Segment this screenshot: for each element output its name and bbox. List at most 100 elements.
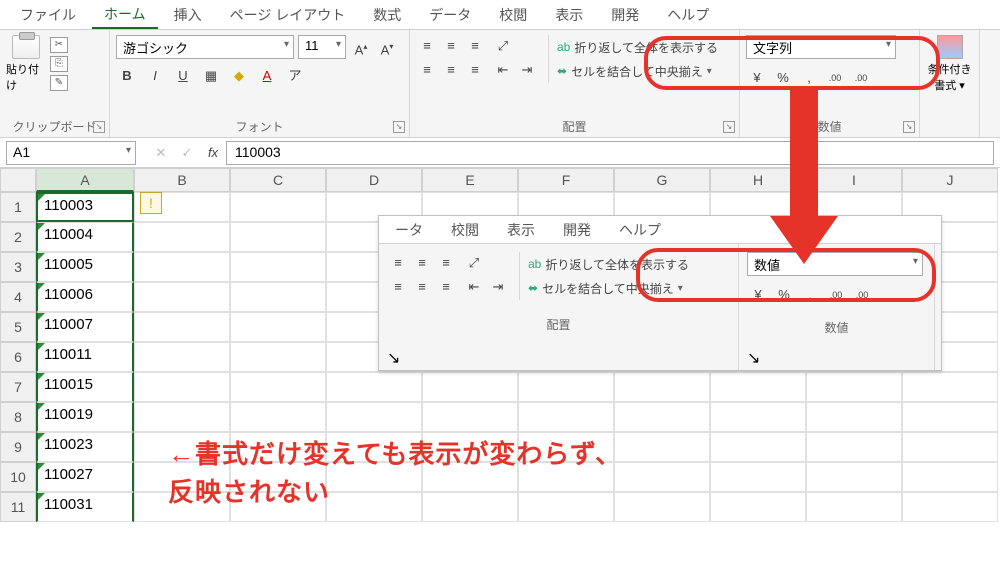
col-header-C[interactable]: C	[230, 168, 326, 192]
clipboard-dialog-launcher[interactable]: ↘	[93, 121, 105, 133]
col-header-J[interactable]: J	[902, 168, 998, 192]
overlay-percent[interactable]: %	[773, 284, 795, 306]
cancel-edit-button[interactable]: ✕	[148, 145, 174, 161]
currency-button[interactable]: ¥	[746, 67, 768, 89]
cell-H9[interactable]	[710, 432, 806, 462]
italic-button[interactable]: I	[144, 65, 166, 87]
cell-A2[interactable]: 110004	[36, 222, 134, 252]
col-header-A[interactable]: A	[36, 168, 134, 192]
cell-B2[interactable]	[134, 222, 230, 252]
row-header-3[interactable]: 3	[0, 252, 36, 282]
cell-I11[interactable]	[806, 492, 902, 522]
align-middle-button[interactable]: ≡	[440, 35, 462, 57]
cell-J11[interactable]	[902, 492, 998, 522]
cell-E8[interactable]	[422, 402, 518, 432]
cell-A9[interactable]: 110023	[36, 432, 134, 462]
tab-developer[interactable]: 開発	[599, 2, 651, 28]
cell-J8[interactable]	[902, 402, 998, 432]
cell-B5[interactable]	[134, 312, 230, 342]
cell-C7[interactable]	[230, 372, 326, 402]
shrink-font-button[interactable]: A▾	[376, 36, 398, 58]
cell-C6[interactable]	[230, 342, 326, 372]
cell-A4[interactable]: 110006	[36, 282, 134, 312]
cell-H8[interactable]	[710, 402, 806, 432]
align-left-button[interactable]: ≡	[416, 59, 438, 81]
copy-button[interactable]: ⎘	[50, 56, 68, 72]
merge-center-button[interactable]: ⬌ セルを結合して中央揃え ▾	[557, 59, 718, 83]
cell-A5[interactable]: 110007	[36, 312, 134, 342]
row-header-4[interactable]: 4	[0, 282, 36, 312]
cell-B3[interactable]	[134, 252, 230, 282]
row-header-1[interactable]: 1	[0, 192, 36, 222]
tab-view[interactable]: 表示	[543, 2, 595, 28]
cell-G8[interactable]	[614, 402, 710, 432]
cell-B4[interactable]	[134, 282, 230, 312]
cell-H10[interactable]	[710, 462, 806, 492]
tab-formulas[interactable]: 数式	[361, 2, 413, 28]
cell-H11[interactable]	[710, 492, 806, 522]
formula-bar[interactable]: 110003	[226, 141, 994, 165]
row-header-8[interactable]: 8	[0, 402, 36, 432]
cell-E7[interactable]	[422, 372, 518, 402]
overlay-merge-button[interactable]: ⬌ セルを結合して中央揃え ▾	[528, 276, 689, 300]
orientation-button[interactable]: ⤢	[492, 35, 514, 57]
cut-button[interactable]: ✂	[50, 37, 68, 53]
col-header-E[interactable]: E	[422, 168, 518, 192]
row-header-2[interactable]: 2	[0, 222, 36, 252]
tab-file[interactable]: ファイル	[8, 2, 88, 28]
cell-A10[interactable]: 110027	[36, 462, 134, 492]
cell-I8[interactable]	[806, 402, 902, 432]
number-format-select[interactable]: 文字列	[746, 35, 896, 59]
align-top-button[interactable]: ≡	[416, 35, 438, 57]
row-header-9[interactable]: 9	[0, 432, 36, 462]
tab-help[interactable]: ヘルプ	[655, 2, 721, 28]
col-header-D[interactable]: D	[326, 168, 422, 192]
tab-pagelayout[interactable]: ページ レイアウト	[218, 2, 358, 28]
error-indicator-icon[interactable]: !	[140, 192, 162, 214]
overlay-dec-indent[interactable]: ⇤	[463, 276, 485, 298]
decrease-indent-button[interactable]: ⇤	[492, 59, 514, 81]
bold-button[interactable]: B	[116, 65, 138, 87]
fill-color-button[interactable]: ◆	[228, 65, 250, 87]
cell-B8[interactable]	[134, 402, 230, 432]
cell-C1[interactable]	[230, 192, 326, 222]
grow-font-button[interactable]: A▴	[350, 36, 372, 58]
underline-button[interactable]: U	[172, 65, 194, 87]
row-header-6[interactable]: 6	[0, 342, 36, 372]
cell-I10[interactable]	[806, 462, 902, 492]
cell-B7[interactable]	[134, 372, 230, 402]
cell-J9[interactable]	[902, 432, 998, 462]
align-bottom-button[interactable]: ≡	[464, 35, 486, 57]
cell-F7[interactable]	[518, 372, 614, 402]
cell-I9[interactable]	[806, 432, 902, 462]
overlay-tab-data[interactable]: ータ	[383, 218, 435, 242]
name-box[interactable]: A1	[6, 141, 136, 165]
overlay-number-dialog[interactable]: ↘	[747, 348, 926, 368]
cell-A11[interactable]: 110031	[36, 492, 134, 522]
tab-home[interactable]: ホーム	[92, 1, 158, 29]
overlay-dec-dec[interactable]: .00	[851, 284, 873, 306]
align-center-button[interactable]: ≡	[440, 59, 462, 81]
row-header-7[interactable]: 7	[0, 372, 36, 402]
comma-button[interactable]: ,	[798, 67, 820, 89]
cell-C5[interactable]	[230, 312, 326, 342]
overlay-tab-view[interactable]: 表示	[495, 218, 547, 242]
overlay-align-dialog[interactable]: ↘	[387, 348, 730, 368]
border-button[interactable]: ▦	[200, 65, 222, 87]
row-header-5[interactable]: 5	[0, 312, 36, 342]
cell-C8[interactable]	[230, 402, 326, 432]
cell-G11[interactable]	[614, 492, 710, 522]
overlay-tab-help[interactable]: ヘルプ	[607, 218, 673, 242]
cell-G7[interactable]	[614, 372, 710, 402]
wrap-text-button[interactable]: ab 折り返して全体を表示する	[557, 35, 718, 59]
select-all-corner[interactable]	[0, 168, 36, 192]
overlay-orientation[interactable]: ⤢	[463, 252, 485, 274]
overlay-align-bottom[interactable]: ≡	[435, 252, 457, 274]
cell-A6[interactable]: 110011	[36, 342, 134, 372]
col-header-B[interactable]: B	[134, 168, 230, 192]
overlay-inc-indent[interactable]: ⇥	[487, 276, 509, 298]
increase-indent-button[interactable]: ⇥	[516, 59, 538, 81]
tab-data[interactable]: データ	[417, 2, 483, 28]
cell-F8[interactable]	[518, 402, 614, 432]
overlay-align-left[interactable]: ≡	[387, 276, 409, 298]
